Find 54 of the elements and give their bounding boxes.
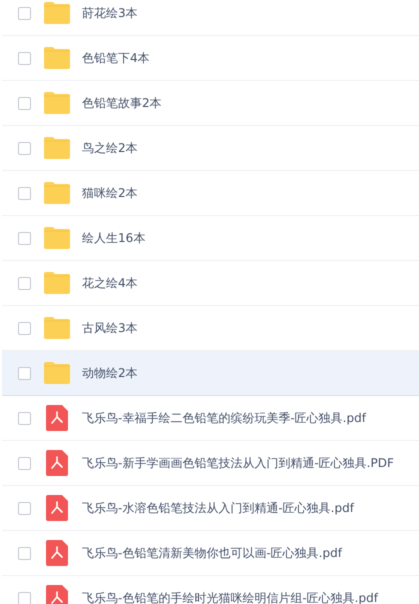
checkbox[interactable] — [18, 546, 31, 560]
folder-icon — [44, 92, 70, 114]
pdf-file-icon — [46, 495, 68, 521]
file-row[interactable]: 猫咪绘2本 — [2, 171, 419, 216]
checkbox[interactable] — [18, 412, 31, 424]
pdf-file-icon — [46, 450, 68, 476]
file-row[interactable]: 飞乐鸟-新手学画画色铅笔技法从入门到精通-匠心独具.PDF — [2, 441, 419, 486]
file-row[interactable]: 飞乐鸟-色铅笔的手绘时光猫咪绘明信片组-匠心独具.pdf — [2, 576, 419, 604]
file-name: 莳花绘3本 — [82, 4, 138, 22]
checkbox[interactable] — [18, 186, 31, 200]
file-name: 古风绘3本 — [82, 320, 138, 336]
file-name: 鸟之绘2本 — [82, 140, 138, 156]
file-name: 猫咪绘2本 — [82, 184, 138, 202]
checkbox[interactable] — [18, 502, 31, 514]
folder-icon — [44, 47, 70, 69]
checkbox[interactable] — [18, 456, 31, 470]
checkbox[interactable] — [18, 142, 31, 154]
file-row[interactable]: 花之绘4本 — [2, 261, 419, 306]
file-name: 绘人生16本 — [82, 230, 146, 246]
checkbox[interactable] — [18, 592, 31, 604]
file-name: 飞乐鸟-色铅笔清新美物你也可以画-匠心独具.pdf — [82, 544, 342, 562]
checkbox[interactable] — [18, 96, 31, 110]
file-name: 色铅笔下4本 — [82, 50, 150, 66]
checkbox[interactable] — [18, 366, 31, 380]
folder-icon — [44, 362, 70, 384]
folder-icon — [44, 2, 70, 24]
file-name: 飞乐鸟-色铅笔的手绘时光猫咪绘明信片组-匠心独具.pdf — [82, 590, 378, 604]
file-row[interactable]: 鸟之绘2本 — [2, 126, 419, 171]
pdf-file-icon — [46, 405, 68, 431]
file-row[interactable]: 色铅笔故事2本 — [2, 81, 419, 126]
file-row[interactable]: 绘人生16本 — [2, 216, 419, 261]
checkbox[interactable] — [18, 276, 31, 290]
folder-icon — [44, 317, 70, 339]
file-name: 色铅笔故事2本 — [82, 94, 162, 112]
file-name: 飞乐鸟-水溶色铅笔技法从入门到精通-匠心独具.pdf — [82, 500, 354, 516]
folder-icon — [44, 137, 70, 159]
file-name: 飞乐鸟-新手学画画色铅笔技法从入门到精通-匠心独具.PDF — [82, 454, 394, 472]
file-row[interactable]: 飞乐鸟-幸福手绘二色铅笔的缤纷玩美季-匠心独具.pdf — [2, 396, 419, 441]
file-row[interactable]: 动物绘2本 — [2, 351, 419, 396]
file-name: 动物绘2本 — [82, 364, 138, 382]
file-row[interactable]: 飞乐鸟-水溶色铅笔技法从入门到精通-匠心独具.pdf — [2, 486, 419, 531]
folder-icon — [44, 272, 70, 294]
pdf-file-icon — [46, 540, 68, 566]
file-name: 飞乐鸟-幸福手绘二色铅笔的缤纷玩美季-匠心独具.pdf — [82, 410, 366, 426]
folder-icon — [44, 182, 70, 204]
checkbox[interactable] — [18, 232, 31, 244]
checkbox[interactable] — [18, 52, 31, 64]
folder-icon — [44, 227, 70, 249]
file-row[interactable]: 莳花绘3本 — [2, 0, 419, 36]
checkbox[interactable] — [18, 6, 31, 20]
file-row[interactable]: 色铅笔下4本 — [2, 36, 419, 81]
file-name: 花之绘4本 — [82, 274, 138, 292]
checkbox[interactable] — [18, 322, 31, 334]
file-row[interactable]: 飞乐鸟-色铅笔清新美物你也可以画-匠心独具.pdf — [2, 531, 419, 576]
